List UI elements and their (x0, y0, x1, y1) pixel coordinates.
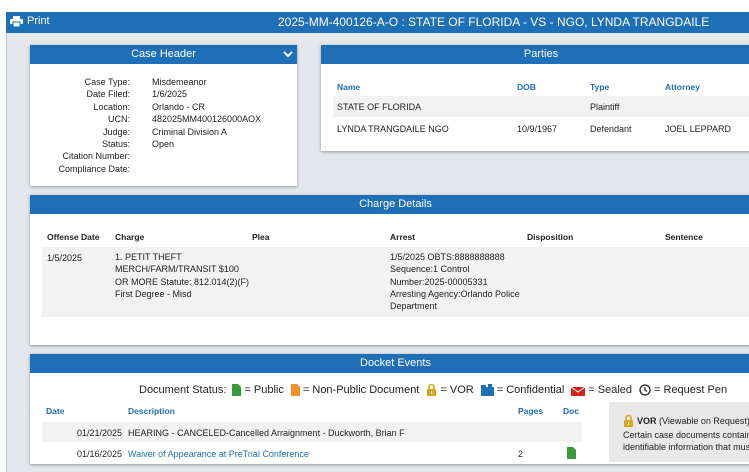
charge-line: First Degree - Misd (115, 288, 192, 299)
charge-details-title: Charge Details (30, 195, 749, 214)
charge-description: 1. PETIT THEFT MERCH/FARM/TRANSIT $100 O… (115, 251, 249, 300)
party-type: Plaintiff (590, 102, 620, 112)
legend-request: = Request Pen (639, 384, 727, 396)
case-field-value: Criminal Division A (152, 126, 228, 137)
parties-title: Parties (321, 45, 749, 64)
page-title: 2025-MM-400126-A-O : STATE OF FLORIDA - … (278, 15, 710, 29)
case-field-label: UCN: (108, 114, 130, 125)
legend-vor: = VOR (426, 384, 474, 396)
docket-date: 01/16/2025 (77, 449, 123, 459)
charge-col-charge: Charge (115, 232, 145, 242)
vor-info-line: identifiable information that must (623, 442, 749, 452)
legend-public-label: = Public (244, 384, 284, 396)
arrest-line: Number:2025-00005331 (390, 276, 488, 287)
party-attorney: JOEL LEPPARD (665, 124, 732, 134)
vor-info-line: Certain case documents contain (623, 430, 749, 440)
charge-col-plea: Plea (252, 232, 270, 242)
arrest-line: Arresting Agency:Orlando Police (390, 288, 520, 299)
legend-confidential-label: = Confidential (496, 384, 565, 396)
party-name: STATE OF FLORIDA (337, 102, 422, 112)
charge-line: OR MORE Statute: 812.014(2)(F) (115, 276, 250, 287)
print-button[interactable]: Print (10, 15, 50, 27)
sealed-envelope-icon (571, 386, 586, 396)
charge-col-offense-date: Offense Date (47, 232, 100, 242)
printer-icon (10, 15, 23, 27)
non-public-document-icon (290, 384, 300, 396)
legend-confidential: = Confidential (480, 384, 565, 396)
vor-info-subtitle: (Viewable on Request) (659, 416, 749, 426)
case-field-value: 482025MM400126000AOX (152, 114, 262, 125)
case-title-bar: Print 2025-MM-400126-A-O : STATE OF FLOR… (6, 12, 749, 33)
party-name: LYNDA TRANGDAILE NGO (337, 124, 449, 134)
party-type: Defendant (590, 124, 632, 134)
clock-icon (639, 384, 651, 396)
case-field-label: Date Filed: (86, 89, 130, 100)
docket-description: HEARING - CANCELED-Cancelled Arraignment… (128, 428, 405, 438)
docket-col-description: Description (128, 406, 175, 416)
party-dob: 10/9/1967 (517, 124, 558, 134)
public-document-icon (232, 384, 242, 396)
legend-non-public: = Non-Public Document (290, 384, 420, 396)
charge-col-disposition: Disposition (527, 232, 574, 242)
case-field-label: Status: (101, 139, 130, 149)
case-field-label: Citation Number: (62, 151, 130, 162)
lock-icon (427, 384, 437, 396)
parties-col-dob: DOB (517, 82, 536, 92)
charge-col-arrest: Arrest (390, 232, 416, 242)
docket-col-pages: Pages (518, 406, 544, 416)
legend-prefix: Document Status: (139, 384, 227, 396)
charge-line: MERCH/FARM/TRANSIT $100 (115, 264, 239, 275)
offense-date: 1/5/2025 (47, 253, 83, 263)
case-field-label: Compliance Date: (58, 163, 130, 174)
case-field-value: 1/6/2025 (152, 89, 188, 100)
case-field-value: Misdemeanor (152, 77, 207, 87)
legend-public: = Public (232, 384, 284, 396)
arrest-info: 1/5/2025 OBTS:8888888888 Sequence:1 Cont… (390, 251, 520, 312)
docket-date: 01/21/2025 (77, 428, 123, 438)
charge-col-sentence: Sentence (665, 232, 703, 242)
public-document-icon[interactable] (567, 447, 576, 459)
parties-panel: Parties Name DOB Type Attorney STATE OF … (321, 45, 749, 151)
arrest-line: Department (390, 301, 438, 312)
legend-request-label: = Request Pen (654, 384, 728, 396)
arrest-line: Sequence:1 Control (390, 264, 470, 275)
case-field-label: Judge: (102, 126, 130, 137)
legend-vor-label: = VOR (440, 384, 474, 396)
parties-col-attorney: Attorney (665, 82, 700, 92)
document-status-legend: Document Status: = Public = Non-Public D… (139, 384, 734, 396)
parties-col-type: Type (590, 82, 610, 92)
vor-info-box: VOR (Viewable on Request) Certain case d… (609, 402, 749, 462)
chevron-down-icon[interactable] (283, 45, 293, 71)
case-header-panel: Case Header Case Type: Misdemeanor Date Fi… (30, 45, 297, 186)
lock-icon (624, 415, 633, 427)
case-field-value: Open (152, 139, 175, 149)
docket-description-link[interactable]: Waiver of Appearance at PreTrial Confere… (128, 449, 309, 459)
charge-line: 1. PETIT THEFT (115, 252, 182, 262)
docket-col-date: Date (46, 406, 65, 416)
legend-non-public-label: = Non-Public Document (302, 384, 420, 396)
vor-info-title: VOR (637, 416, 657, 426)
confidential-folder-icon (480, 384, 494, 396)
case-field-label: Location: (93, 101, 130, 112)
case-header-title-text: Case Header (131, 48, 196, 60)
parties-col-name: Name (337, 82, 361, 92)
vor-info-heading: VOR (Viewable on Request) (623, 415, 749, 427)
docket-pages: 2 (518, 449, 524, 459)
case-field-value: Orlando - CR (152, 101, 206, 112)
print-label: Print (27, 15, 50, 27)
case-field-label: Case Type: (84, 77, 130, 87)
docket-events-title: Docket Events (30, 354, 749, 373)
case-header-title: Case Header (30, 45, 297, 64)
legend-sealed-label: = Sealed (588, 384, 633, 396)
arrest-line: 1/5/2025 OBTS:8888888888 (390, 252, 505, 262)
docket-col-doc: Doc (563, 406, 580, 416)
legend-sealed: = Sealed (571, 384, 632, 396)
charge-details-panel: Charge Details Offense Date Charge Plea … (30, 195, 749, 345)
